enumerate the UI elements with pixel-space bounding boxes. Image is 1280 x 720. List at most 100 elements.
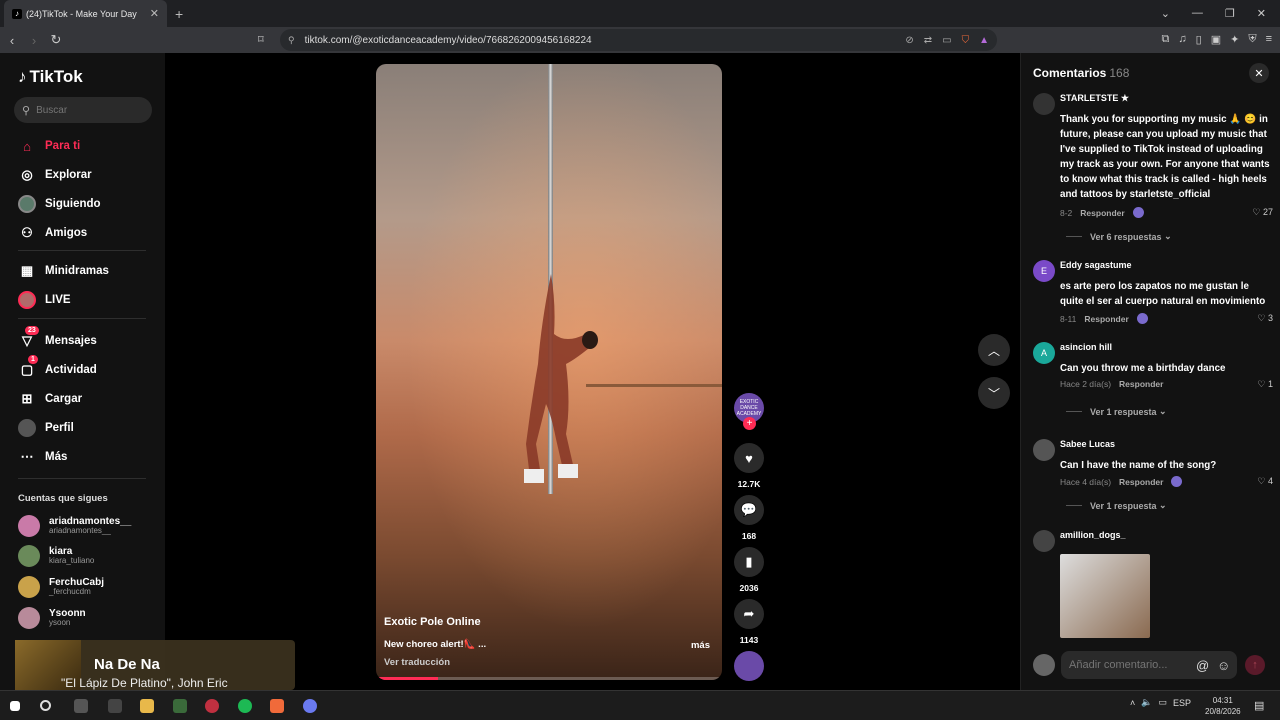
windows-start-icon[interactable]	[10, 701, 20, 711]
address-bar[interactable]: ⚲ tiktok.com/@exoticdanceacademy/video/7…	[280, 29, 997, 51]
forward-button[interactable]: ›	[24, 33, 44, 48]
site-info-icon[interactable]: ⚲	[288, 35, 295, 46]
music-icon[interactable]: ♫	[1178, 33, 1186, 46]
sidebar-item-siguiendo[interactable]: Siguiendo	[18, 195, 101, 213]
avatar[interactable]: A	[1033, 342, 1055, 364]
leo-icon[interactable]: ✦	[1230, 33, 1239, 46]
translate-icon[interactable]: ⇄	[924, 35, 932, 46]
extensions-icon[interactable]: ⧉	[1162, 33, 1170, 46]
app-icon[interactable]	[205, 699, 219, 713]
comment-username[interactable]: Eddy sagastume	[1060, 260, 1132, 270]
tiktok-logo[interactable]: ♪ TikTok	[18, 67, 83, 87]
sidebar-item-live[interactable]: LIVE	[18, 291, 71, 309]
brave-shield-icon[interactable]: ⛉	[962, 35, 970, 46]
comment-username[interactable]: asincion hill	[1060, 342, 1112, 352]
video-progress-bar[interactable]	[376, 677, 722, 680]
share-button[interactable]: ➦	[734, 599, 764, 629]
following-account[interactable]: ariadnamontes__ ariadnamontes__	[18, 515, 131, 537]
view-replies-button[interactable]: Ver 1 respuesta ⌄	[1066, 500, 1167, 511]
translate-link[interactable]: Ver traducción	[384, 657, 450, 668]
comment-like-button[interactable]: ♡ 3	[1257, 313, 1273, 324]
sidebar-item-actividad[interactable]: ▢ 1 Actividad	[18, 355, 97, 379]
reply-button[interactable]: Responder	[1084, 314, 1128, 324]
reply-button[interactable]: Responder	[1119, 477, 1163, 487]
comment-username[interactable]: Sabee Lucas	[1060, 439, 1115, 449]
sidebar-item-mensajes[interactable]: ▽ 23 Mensajes	[18, 326, 97, 350]
cast-icon[interactable]: ▭	[942, 35, 951, 46]
discord-icon[interactable]	[303, 699, 317, 713]
following-account[interactable]: Ysoonn ysoon	[18, 607, 86, 629]
more-caption-link[interactable]: más	[691, 640, 710, 651]
follow-plus-icon[interactable]: +	[743, 417, 756, 430]
app-icon[interactable]	[173, 699, 187, 713]
rewards-icon[interactable]: ▲	[979, 35, 989, 46]
menu-icon[interactable]: ≡	[1266, 33, 1272, 46]
view-replies-button[interactable]: Ver 6 respuestas ⌄	[1066, 231, 1172, 242]
like-button[interactable]: ♥	[734, 443, 764, 473]
following-account[interactable]: FerchuCabj _ferchucdm	[18, 576, 104, 598]
next-video-button[interactable]: ﹀	[978, 377, 1010, 409]
reply-button[interactable]: Responder	[1080, 208, 1124, 218]
mail-icon[interactable]	[108, 699, 122, 713]
minimize-button[interactable]: —	[1192, 7, 1203, 20]
avatar[interactable]	[1033, 93, 1055, 115]
back-button[interactable]: ‹	[2, 33, 22, 48]
avatar[interactable]: E	[1033, 260, 1055, 282]
maximize-button[interactable]: ❐	[1225, 7, 1235, 20]
vpn-icon[interactable]: ⛨	[1248, 33, 1256, 46]
eye-off-icon[interactable]: ⊘	[905, 35, 913, 46]
avatar[interactable]	[1033, 530, 1055, 552]
comment-image[interactable]	[1060, 554, 1150, 638]
reload-button[interactable]: ↻	[46, 32, 66, 48]
video-username[interactable]: Exotic Pole Online	[384, 616, 481, 628]
sidebar-item-perfil[interactable]: Perfil	[18, 419, 74, 437]
comment-input[interactable]	[1069, 659, 1189, 671]
wallet-icon[interactable]: ▣	[1211, 33, 1221, 46]
avatar[interactable]	[1033, 439, 1055, 461]
network-icon[interactable]: ▭	[1158, 697, 1167, 708]
view-replies-button[interactable]: Ver 1 respuesta ⌄	[1066, 406, 1167, 417]
tab-search-icon[interactable]: ⌄	[1161, 7, 1170, 20]
close-comments-button[interactable]: ✕	[1249, 63, 1269, 83]
search-box[interactable]: ⚲	[14, 97, 152, 123]
reply-button[interactable]: Responder	[1119, 379, 1163, 389]
folder-icon[interactable]	[140, 699, 154, 713]
mention-icon[interactable]: @	[1196, 658, 1209, 673]
sidebar-icon[interactable]: ▯	[1196, 33, 1202, 46]
search-input[interactable]	[36, 104, 137, 116]
sidebar-item-explorar[interactable]: ◎ Explorar	[18, 166, 91, 184]
comment-like-button[interactable]: ♡ 1	[1257, 379, 1273, 390]
task-view-icon[interactable]	[74, 699, 88, 713]
tab-close-icon[interactable]: ✕	[150, 7, 159, 20]
clock[interactable]: 04:31 20/8/2026	[1205, 695, 1241, 717]
browser-tab[interactable]: ♪ (24)TikTok - Make Your Day ✕	[4, 0, 167, 27]
notifications-icon[interactable]: ▤	[1254, 699, 1264, 712]
spotify-icon[interactable]	[238, 699, 252, 713]
comment-like-button[interactable]: ♡ 27	[1252, 207, 1273, 218]
sidebar-item-para-ti[interactable]: ⌂ Para ti	[18, 137, 80, 155]
bookmark-icon[interactable]: ⌑	[258, 33, 264, 46]
sound-disc[interactable]	[734, 651, 764, 681]
new-tab-button[interactable]: +	[175, 6, 183, 22]
sidebar-item-cargar[interactable]: ⊞ Cargar	[18, 390, 83, 408]
send-comment-button[interactable]: ↑	[1245, 655, 1265, 675]
chevron-up-icon[interactable]: ˄	[1130, 698, 1135, 708]
previous-video-button[interactable]: ︿	[978, 334, 1010, 366]
comment-button[interactable]: 💬	[734, 495, 764, 525]
video-player[interactable]: Exotic Pole Online New choreo alert!👠 ..…	[376, 64, 722, 680]
comment-username[interactable]: STARLETSTE ★	[1060, 93, 1129, 104]
comment-like-button[interactable]: ♡ 4	[1257, 476, 1273, 487]
following-account[interactable]: kiara kiara_tuliano	[18, 545, 94, 567]
speaker-icon[interactable]: 🔈	[1141, 697, 1152, 708]
sidebar-item-amigos[interactable]: ⚇ Amigos	[18, 224, 87, 242]
sidebar-item-mas[interactable]: ⋯ Más	[18, 448, 68, 466]
search-icon[interactable]	[40, 700, 51, 711]
brave-icon[interactable]	[270, 699, 284, 713]
music-widget[interactable]: Na De Na "El Lápiz De Platino", John Eri…	[15, 640, 295, 690]
emoji-icon[interactable]: ☺	[1217, 658, 1230, 673]
comment-username[interactable]: amillion_dogs_	[1060, 530, 1126, 540]
close-window-button[interactable]: ✕	[1257, 7, 1266, 20]
sidebar-item-minidramas[interactable]: ▦ Minidramas	[18, 262, 109, 280]
save-button[interactable]: ▮	[734, 547, 764, 577]
language-indicator[interactable]: ESP	[1173, 698, 1191, 708]
